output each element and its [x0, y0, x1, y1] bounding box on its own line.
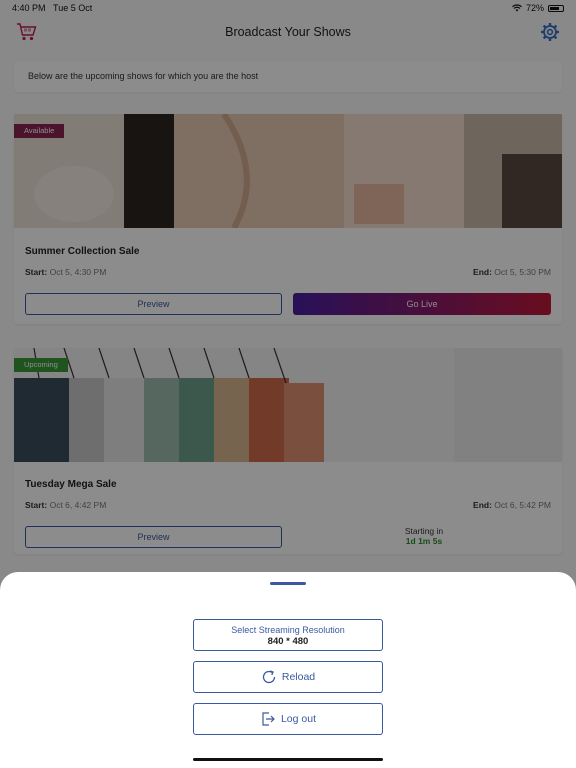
bottom-sheet: Select Streaming Resolution 840 * 480 Re…	[0, 572, 576, 768]
app-screen: 4:40 PM Tue 5 Oct 72% Broadcast Your Sho…	[0, 0, 576, 768]
resolution-value: 840 * 480	[267, 636, 309, 647]
reload-icon	[262, 670, 276, 684]
home-indicator	[193, 758, 383, 761]
logout-label: Log out	[280, 713, 317, 725]
logout-icon	[262, 712, 275, 726]
resolution-label: Select Streaming Resolution	[231, 625, 345, 635]
sheet-drag-handle[interactable]	[270, 582, 306, 585]
reload-button[interactable]: Reload	[193, 661, 383, 693]
reload-label: Reload	[281, 671, 316, 683]
streaming-resolution-button[interactable]: Select Streaming Resolution 840 * 480	[193, 619, 383, 651]
logout-button[interactable]: Log out	[193, 703, 383, 735]
